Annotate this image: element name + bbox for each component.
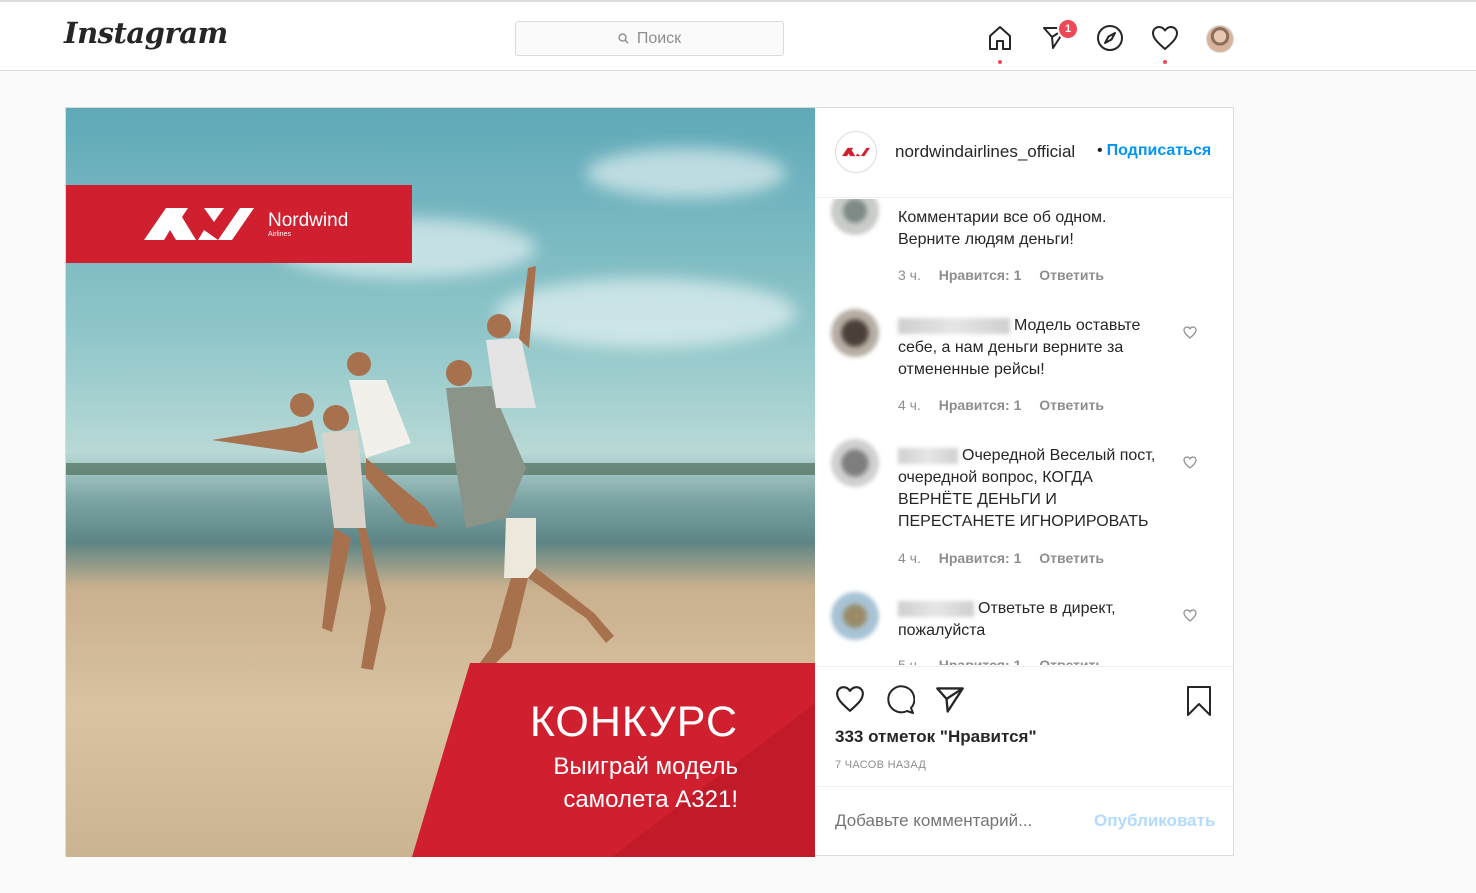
comment-reply-button[interactable]: Ответить: [1039, 267, 1104, 283]
comment-like-icon[interactable]: [1183, 456, 1197, 469]
comment-like-icon[interactable]: [1183, 326, 1197, 339]
comment-time: 3 ч.: [898, 267, 921, 283]
explore-button[interactable]: [1094, 22, 1126, 54]
comment-time: 5 ч.: [898, 657, 921, 665]
add-comment-input[interactable]: [835, 811, 1085, 831]
nordwind-brand-banner: Nordwind Airlines: [66, 185, 412, 263]
follow-button[interactable]: • Подписаться: [1097, 142, 1211, 160]
post-time: 7 ЧАСОВ НАЗАД: [835, 759, 927, 771]
post-actions: 333 отметок "Нравится" 7 ЧАСОВ НАЗАД: [815, 666, 1233, 786]
compass-icon: [1097, 25, 1123, 51]
comments-list[interactable]: Комментарии все об одном. Верните людям …: [815, 199, 1233, 665]
post-card: Nordwind Airlines КОНКУРС Выиграй модель…: [65, 107, 1234, 857]
home-icon: [989, 26, 1011, 50]
comment-likes[interactable]: Нравится: 1: [939, 397, 1022, 413]
home-activity-dot: [998, 60, 1002, 64]
home-button[interactable]: [984, 22, 1016, 54]
post-image[interactable]: Nordwind Airlines КОНКУРС Выиграй модель…: [66, 108, 815, 857]
add-comment-bar: Опубликовать: [815, 786, 1233, 855]
comment-likes[interactable]: Нравится: 1: [939, 267, 1022, 283]
commenter-avatar[interactable]: [831, 592, 879, 640]
blurred-username[interactable]: [898, 317, 1010, 334]
brand-sub: Airlines: [268, 230, 291, 238]
comment-likes[interactable]: Нравится: 1: [939, 657, 1022, 665]
comment-meta: 5 ч. Нравится: 1 Ответить: [898, 657, 1118, 665]
likes-count[interactable]: 333 отметок "Нравится": [835, 727, 1037, 747]
comment-like-icon[interactable]: [1183, 609, 1197, 622]
heart-icon: [1152, 26, 1178, 50]
search-icon: [618, 33, 629, 44]
comment-likes[interactable]: Нравится: 1: [939, 550, 1022, 566]
commenter-avatar[interactable]: [831, 439, 879, 487]
share-icon[interactable]: [935, 685, 965, 715]
comment-text: Ответьте в директ, пожалуйста: [898, 598, 1168, 642]
commenter-avatar[interactable]: [831, 309, 879, 357]
profile-avatar[interactable]: [1206, 25, 1234, 53]
comment-bubble-icon[interactable]: [885, 685, 915, 715]
promo-title: КОНКУРС: [529, 698, 738, 746]
activity-dot: [1163, 60, 1167, 64]
direct-badge: 1: [1057, 18, 1079, 40]
comment-reply-button[interactable]: Ответить: [1039, 550, 1104, 566]
blurred-username[interactable]: [898, 447, 958, 464]
instagram-logo[interactable]: Instagram: [64, 16, 228, 50]
author-username[interactable]: nordwindairlines_official: [895, 142, 1075, 162]
search-placeholder: Поиск: [636, 29, 682, 47]
comment-meta: 3 ч. Нравится: 1 Ответить: [898, 267, 1118, 283]
comment-time: 4 ч.: [898, 397, 921, 413]
brand-name: Nordwind: [268, 209, 349, 231]
promo-subtitle-line2: самолета A321!: [563, 786, 738, 813]
nordwind-logo-icon: [144, 208, 254, 240]
post-side-panel: nordwindairlines_official • Подписаться К…: [815, 108, 1233, 855]
separator-dot: •: [1097, 142, 1103, 159]
comment-text: Очередной Веселый пост, очередной вопрос…: [898, 445, 1168, 533]
comment-meta: 4 ч. Нравится: 1 Ответить: [898, 550, 1118, 566]
comment-text: Комментарии все об одном. Верните людям …: [898, 209, 1107, 248]
comment-reply-button[interactable]: Ответить: [1039, 397, 1104, 413]
like-heart-icon[interactable]: [835, 685, 865, 713]
comment-text: Модель оставьте себе, а нам деньги верни…: [898, 315, 1168, 381]
comment-time: 4 ч.: [898, 550, 921, 566]
top-nav: Instagram Поиск 1: [0, 0, 1476, 71]
follow-label: Подписаться: [1106, 142, 1212, 159]
comment-meta: 4 ч. Нравится: 1 Ответить: [898, 397, 1118, 413]
activity-button[interactable]: [1149, 22, 1181, 54]
commenter-avatar[interactable]: [831, 199, 879, 235]
nordwind-avatar-icon: [842, 147, 870, 157]
promo-subtitle-line1: Выиграй модель: [553, 753, 738, 780]
blurred-username[interactable]: [898, 600, 974, 617]
save-bookmark-icon[interactable]: [1185, 685, 1213, 717]
search-box[interactable]: Поиск: [515, 21, 784, 56]
author-avatar[interactable]: [835, 131, 877, 173]
comment-reply-button[interactable]: Ответить: [1039, 657, 1104, 665]
publish-button[interactable]: Опубликовать: [1094, 811, 1215, 831]
post-header: nordwindairlines_official • Подписаться: [815, 108, 1233, 198]
